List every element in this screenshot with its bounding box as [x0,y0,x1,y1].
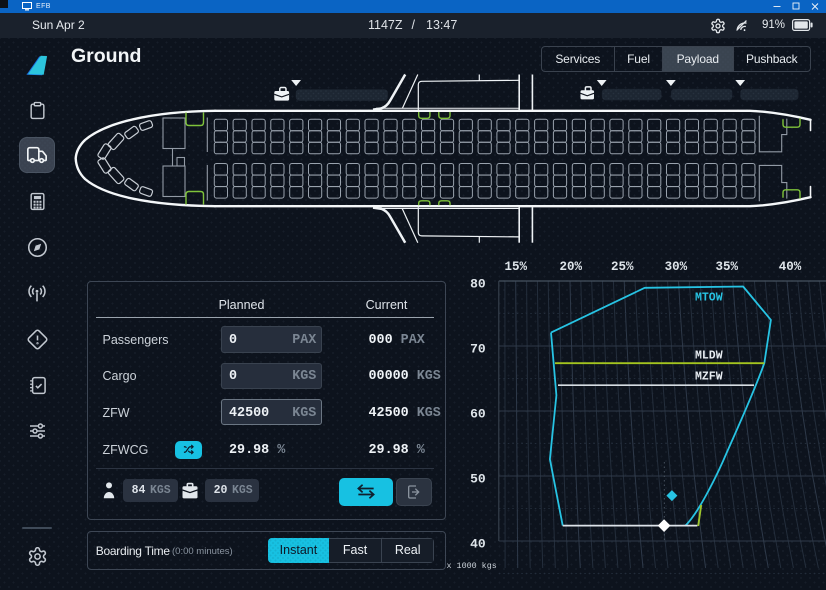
svg-text:20%: 20% [559,260,582,274]
svg-text:MZFW: MZFW [695,371,723,384]
svg-text:35%: 35% [715,260,738,274]
svg-text:70: 70 [470,342,486,357]
svg-text:30%: 30% [665,260,688,274]
svg-text:25%: 25% [611,260,634,274]
svg-text:40: 40 [470,537,486,552]
svg-text:60: 60 [470,407,486,422]
svg-text:50: 50 [470,472,486,487]
svg-text:40%: 40% [779,260,802,274]
svg-text:MLDW: MLDW [695,349,723,362]
svg-text:x 1000 kgs: x 1000 kgs [447,561,497,571]
svg-text:15%: 15% [504,260,527,274]
svg-text:80: 80 [470,277,486,292]
svg-text:MTOW: MTOW [695,292,723,305]
